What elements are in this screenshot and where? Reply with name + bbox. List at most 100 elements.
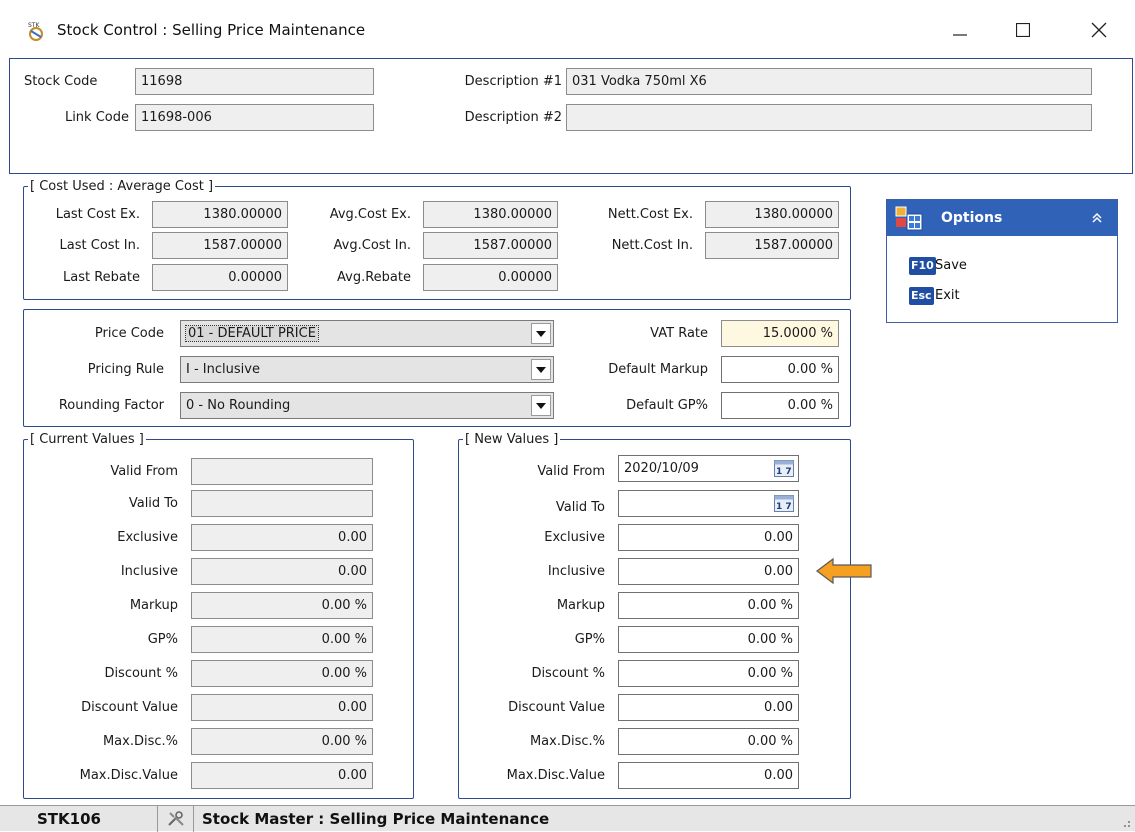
new-discount-value-label: Discount Value xyxy=(508,700,605,715)
maximize-icon xyxy=(1016,23,1030,37)
current-valid-from-label: Valid From xyxy=(110,464,178,479)
vat-rate-field[interactable]: 15.0000 % xyxy=(721,320,839,347)
esc-key-icon: Esc xyxy=(909,287,934,305)
link-code-label: Link Code xyxy=(64,110,129,125)
current-valid-to-field[interactable] xyxy=(191,490,373,517)
chevron-down-icon[interactable] xyxy=(531,359,551,380)
current-discount-value-label: Discount Value xyxy=(81,700,178,715)
resize-grip-icon[interactable] xyxy=(1119,816,1131,828)
app-icon: STK xyxy=(25,20,47,42)
new-max-disc-value-label: Max.Disc.Value xyxy=(506,768,605,783)
description2-field[interactable] xyxy=(566,104,1092,131)
exit-option[interactable]: Esc Exit xyxy=(909,286,1135,310)
link-code-field[interactable]: 11698-006 xyxy=(135,104,374,131)
maximize-button[interactable] xyxy=(1000,10,1046,50)
last-rebate-label: Last Rebate xyxy=(63,270,140,285)
stock-code-field[interactable]: 11698 xyxy=(135,68,374,95)
price-code-dropdown[interactable]: 01 - DEFAULT PRICE xyxy=(180,320,554,347)
pricing-rule-value: I - Inclusive xyxy=(186,362,260,377)
last-cost-in-label: Last Cost In. xyxy=(59,238,140,253)
default-gp-label: Default GP% xyxy=(626,398,708,413)
options-header[interactable]: Options xyxy=(887,200,1117,236)
description1-field[interactable]: 031 Vodka 750ml X6 xyxy=(566,68,1092,95)
calendar-icon[interactable]: 1 7 xyxy=(774,495,794,512)
minimize-icon xyxy=(953,34,967,36)
last-rebate-field[interactable]: 0.00000 xyxy=(152,264,288,291)
status-code: STK106 xyxy=(6,806,158,832)
options-panel: Options F10 Save Esc Exit xyxy=(886,199,1118,323)
tools-icon[interactable] xyxy=(158,806,194,832)
default-gp-field[interactable]: 0.00 % xyxy=(721,392,839,419)
current-valid-to-label: Valid To xyxy=(128,496,178,511)
new-markup-label: Markup xyxy=(556,598,605,613)
new-markup-field[interactable]: 0.00 % xyxy=(618,592,799,619)
last-cost-in-field[interactable]: 1587.00000 xyxy=(152,232,288,259)
current-inclusive-label: Inclusive xyxy=(120,564,178,579)
chevron-down-icon[interactable] xyxy=(531,323,551,344)
save-option[interactable]: F10 Save xyxy=(909,256,1135,280)
nett-cost-in-field[interactable]: 1587.00000 xyxy=(705,232,839,259)
avg-cost-ex-field[interactable]: 1380.00000 xyxy=(423,201,558,228)
nett-cost-in-label: Nett.Cost In. xyxy=(611,238,693,253)
avg-cost-in-label: Avg.Cost In. xyxy=(333,238,411,253)
cost-used-legend: [ Cost Used : Average Cost ] xyxy=(30,179,214,194)
description1-label: Description #1 xyxy=(464,74,562,89)
minimize-button[interactable] xyxy=(937,10,983,50)
chevron-up-icon[interactable] xyxy=(1089,210,1105,226)
current-inclusive-field[interactable]: 0.00 xyxy=(191,558,373,585)
new-valid-to-label: Valid To xyxy=(555,500,605,515)
current-markup-label: Markup xyxy=(129,598,178,613)
chevron-down-icon[interactable] xyxy=(531,395,551,416)
last-cost-ex-field[interactable]: 1380.00000 xyxy=(152,201,288,228)
current-valid-from-field[interactable] xyxy=(191,458,373,485)
f10-key-icon: F10 xyxy=(909,257,936,275)
new-max-disc-value-field[interactable]: 0.00 xyxy=(618,762,799,789)
description2-label: Description #2 xyxy=(464,110,562,125)
new-gp-label: GP% xyxy=(574,632,605,647)
current-markup-field[interactable]: 0.00 % xyxy=(191,592,373,619)
new-exclusive-field[interactable]: 0.00 xyxy=(618,524,799,551)
current-max-disc-value-label: Max.Disc.Value xyxy=(79,768,178,783)
new-exclusive-label: Exclusive xyxy=(544,530,605,545)
status-title: Stock Master : Selling Price Maintenance xyxy=(202,810,550,828)
new-valid-from-label: Valid From xyxy=(537,464,605,479)
current-gp-field[interactable]: 0.00 % xyxy=(191,626,373,653)
last-cost-ex-label: Last Cost Ex. xyxy=(55,207,140,222)
default-markup-label: Default Markup xyxy=(608,362,708,377)
new-values-legend: [ New Values ] xyxy=(465,432,559,447)
vat-rate-label: VAT Rate xyxy=(650,326,708,341)
nett-cost-ex-field[interactable]: 1380.00000 xyxy=(705,201,839,228)
current-discount-pct-label: Discount % xyxy=(104,666,178,681)
default-markup-field[interactable]: 0.00 % xyxy=(721,356,839,383)
close-button[interactable] xyxy=(1076,10,1122,50)
avg-rebate-label: Avg.Rebate xyxy=(337,270,411,285)
avg-rebate-field[interactable]: 0.00000 xyxy=(423,264,558,291)
new-gp-field[interactable]: 0.00 % xyxy=(618,626,799,653)
current-max-disc-pct-field[interactable]: 0.00 % xyxy=(191,728,373,755)
rounding-factor-dropdown[interactable]: 0 - No Rounding xyxy=(180,392,554,419)
svg-text:1 7: 1 7 xyxy=(776,502,792,512)
calendar-icon[interactable]: 1 7 xyxy=(774,460,794,477)
avg-cost-in-field[interactable]: 1587.00000 xyxy=(423,232,558,259)
close-icon xyxy=(1091,22,1107,38)
new-max-disc-pct-field[interactable]: 0.00 % xyxy=(618,728,799,755)
current-discount-pct-field[interactable]: 0.00 % xyxy=(191,660,373,687)
new-discount-pct-field[interactable]: 0.00 % xyxy=(618,660,799,687)
current-gp-label: GP% xyxy=(147,632,178,647)
pricing-rule-dropdown[interactable]: I - Inclusive xyxy=(180,356,554,383)
current-max-disc-value-field[interactable]: 0.00 xyxy=(191,762,373,789)
current-exclusive-field[interactable]: 0.00 xyxy=(191,524,373,551)
current-values-legend: [ Current Values ] xyxy=(30,432,144,447)
current-max-disc-pct-label: Max.Disc.% xyxy=(102,734,178,749)
options-title: Options xyxy=(941,210,1003,226)
current-discount-value-field[interactable]: 0.00 xyxy=(191,694,373,721)
svg-text:1 7: 1 7 xyxy=(776,467,792,477)
new-inclusive-field[interactable]: 0.00 xyxy=(618,558,799,585)
new-valid-from-field[interactable]: 2020/10/09 1 7 xyxy=(618,455,799,482)
rounding-factor-value: 0 - No Rounding xyxy=(186,398,291,413)
new-valid-to-field[interactable]: 1 7 xyxy=(618,490,799,517)
status-bar: STK106 Stock Master : Selling Price Main… xyxy=(0,805,1135,832)
pricing-rule-label: Pricing Rule xyxy=(87,362,164,377)
new-discount-value-field[interactable]: 0.00 xyxy=(618,694,799,721)
new-inclusive-label: Inclusive xyxy=(547,564,605,579)
